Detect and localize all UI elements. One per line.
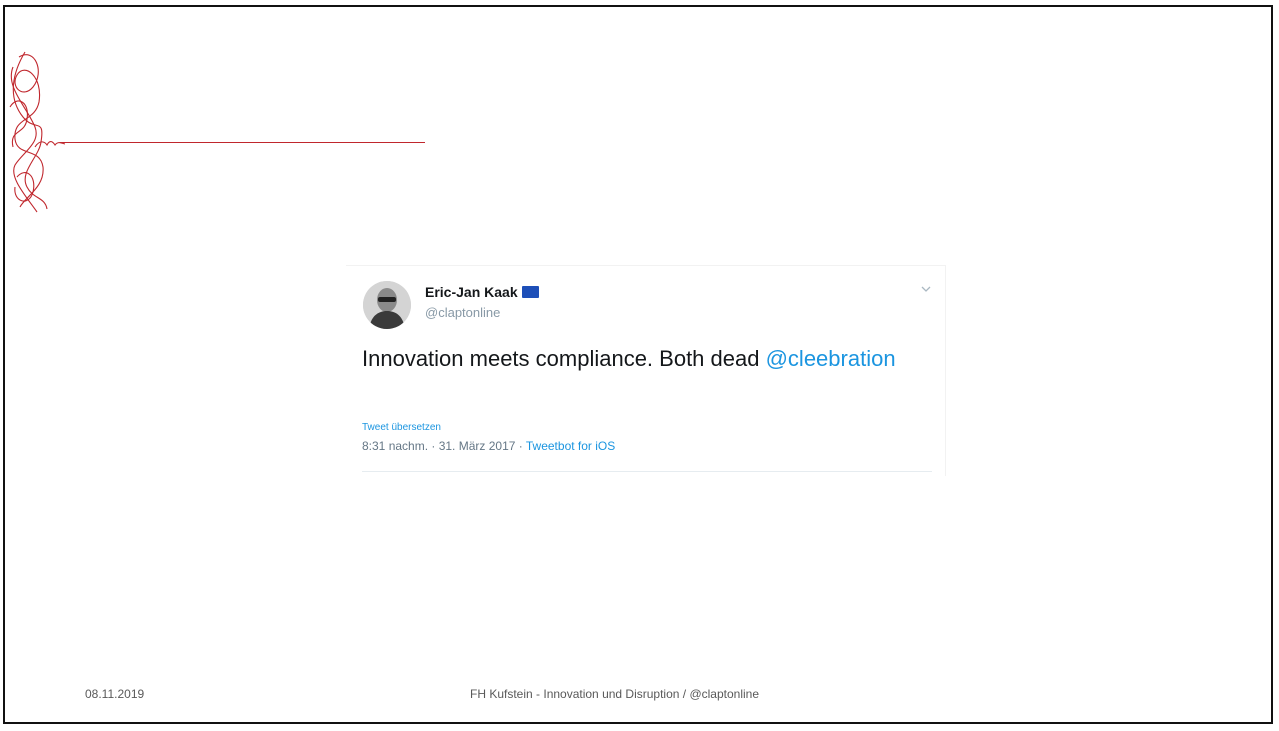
header-rule <box>60 142 425 143</box>
footer-text: FH Kufstein - Innovation und Disruption … <box>470 687 760 701</box>
footer-date: 08.11.2019 <box>85 687 145 701</box>
author-name[interactable]: Eric-Jan Kaak <box>425 284 539 300</box>
author-handle[interactable]: @claptonline <box>425 305 500 320</box>
translate-link[interactable]: Tweet übersetzen <box>362 422 441 433</box>
tweet-card: Eric-Jan Kaak @claptonline Innovation me… <box>346 265 946 476</box>
author-name-text[interactable]: Eric-Jan Kaak <box>425 284 518 300</box>
tweet-text: Innovation meets compliance. Both dead @… <box>362 346 896 372</box>
tweet-timestamp[interactable]: 8:31 nachm. · 31. März 2017 · <box>362 439 526 453</box>
decorative-scribble-icon <box>9 51 65 213</box>
chevron-down-icon[interactable] <box>919 282 933 296</box>
avatar-photo-icon <box>363 281 411 329</box>
avatar[interactable] <box>363 281 411 329</box>
tweet-meta: 8:31 nachm. · 31. März 2017 · Tweetbot f… <box>362 439 615 453</box>
mention-link[interactable]: @cleebration <box>766 346 896 371</box>
tweet-text-main: Innovation meets compliance. Both dead <box>362 346 766 371</box>
client-link[interactable]: Tweetbot for iOS <box>526 439 615 453</box>
slide: Eric-Jan Kaak @claptonline Innovation me… <box>3 5 1273 724</box>
divider <box>362 471 932 472</box>
eu-flag-icon <box>521 286 539 298</box>
